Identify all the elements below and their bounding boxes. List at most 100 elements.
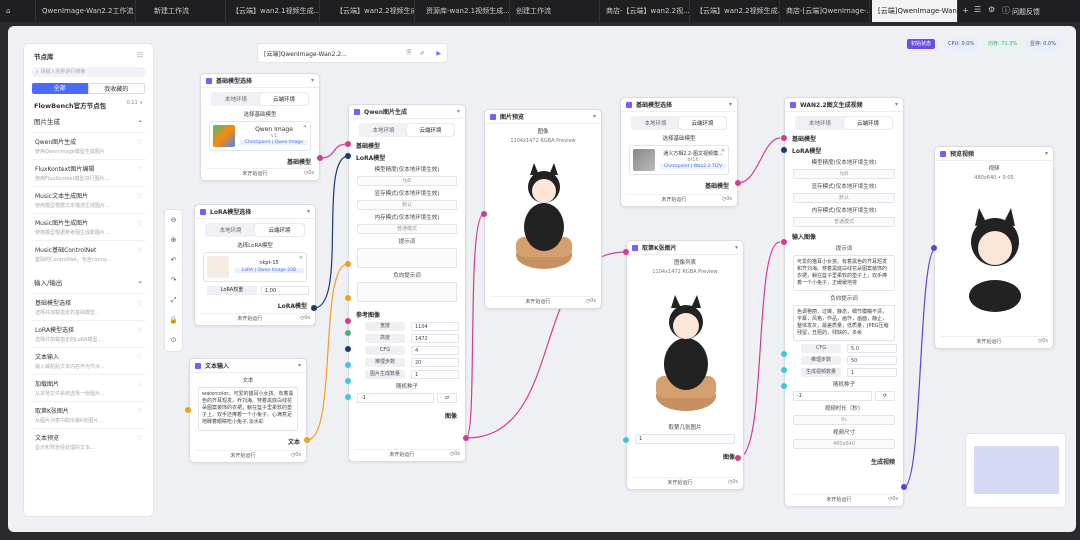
- text-input-area[interactable]: watercolor。可爱的猫耳小女孩。有着黑色的齐耳短发。乔刘海。穿着黑底白线…: [198, 387, 298, 431]
- tab-4[interactable]: 【云端】wan2.2视频生成: [330, 0, 415, 22]
- output-port[interactable]: [735, 455, 741, 461]
- input-port[interactable]: [623, 249, 629, 255]
- local-env-tab[interactable]: 本地环境: [796, 117, 844, 129]
- heart-icon[interactable]: ♡: [137, 435, 142, 442]
- prompt-input[interactable]: 可爱的猫耳小女孩。有着黑色的齐耳短发和齐刘海。穿着黑底白线花朵图案装饰的衣裙，躺…: [793, 255, 895, 291]
- group-io[interactable]: 输入/输出: [34, 277, 62, 287]
- collapse-icon[interactable]: ☷: [137, 51, 143, 61]
- output-port[interactable]: [311, 305, 317, 311]
- tab-3[interactable]: 【云端】wan2.1视频生成...: [226, 0, 320, 22]
- cloud-env-tab[interactable]: 云端环境: [844, 117, 892, 129]
- k-index-input[interactable]: 1: [635, 434, 735, 444]
- cfg-input[interactable]: 5.0: [847, 344, 897, 353]
- cfg-input[interactable]: 4: [411, 346, 459, 355]
- count-input[interactable]: 1: [411, 370, 459, 379]
- input-port[interactable]: [623, 437, 629, 443]
- add-tab-icon[interactable]: +: [962, 6, 969, 15]
- count-input[interactable]: 1: [847, 368, 897, 377]
- run-status[interactable]: 未开始运行: [632, 479, 728, 486]
- heart-icon[interactable]: ♡: [137, 193, 142, 200]
- prompt-input[interactable]: [357, 248, 457, 268]
- feedback-link[interactable]: 问题反馈: [1012, 7, 1040, 17]
- tab-5[interactable]: 资源库-wan2.1视频生成...: [420, 0, 510, 22]
- chevron-down-icon[interactable]: ▾: [311, 77, 314, 84]
- input-port[interactable]: [781, 147, 787, 153]
- size-input[interactable]: 480x640: [793, 439, 895, 449]
- chevron-down-icon[interactable]: ▾: [729, 101, 732, 108]
- run-status[interactable]: 未开始运行: [940, 338, 1038, 345]
- redo-icon[interactable]: ↷: [165, 270, 182, 290]
- group-image-gen[interactable]: 图片生成: [34, 116, 60, 126]
- chevron-down-icon[interactable]: ▾: [735, 244, 738, 251]
- node-base-model-2[interactable]: 基础模型选择 ▾ 本地环境 云端环境 选择基础模型 通义万相2.2-图文视频模...…: [620, 97, 738, 207]
- list-item[interactable]: 基础模型选择 选择并加载指定的基础模型... ♡: [31, 293, 146, 320]
- heart-icon[interactable]: ♡: [137, 166, 142, 173]
- input-port[interactable]: [481, 211, 487, 217]
- memory-select[interactable]: 普通模式: [357, 224, 457, 234]
- input-port[interactable]: [345, 378, 351, 384]
- node-image-preview[interactable]: 图片预览 ▾ 图像 1104x1472 RGBA Preview 未开始运行 ◷ 0…: [484, 109, 602, 309]
- home-tab[interactable]: ⌂: [0, 0, 36, 22]
- minimap[interactable]: [965, 433, 1066, 508]
- tab-favorites[interactable]: 我收藏的: [87, 83, 145, 94]
- input-port[interactable]: [185, 407, 191, 413]
- close-icon[interactable]: ✕: [299, 255, 303, 261]
- list-item[interactable]: 取第K张图片 从图片列表中取出第K张图片... ♡: [31, 401, 146, 428]
- random-seed-icon[interactable]: ⇄: [437, 393, 457, 403]
- height-input[interactable]: 1472: [411, 334, 459, 343]
- minimap-toggle-icon[interactable]: ⊙: [165, 330, 182, 350]
- run-status[interactable]: 未开始运行: [206, 170, 304, 177]
- heart-icon[interactable]: ♡: [137, 354, 142, 361]
- output-port[interactable]: [735, 180, 741, 186]
- run-status[interactable]: 未开始运行: [626, 196, 722, 203]
- steps-input[interactable]: 20: [411, 358, 459, 367]
- undo-icon[interactable]: ↶: [165, 250, 182, 270]
- input-port[interactable]: [345, 394, 351, 400]
- input-port[interactable]: [345, 295, 351, 301]
- cloud-env-tab[interactable]: 云端环境: [679, 117, 726, 129]
- cloud-env-tab[interactable]: 云端环境: [407, 124, 454, 136]
- pack-title[interactable]: FlowBench官方节点包: [34, 100, 106, 110]
- run-status[interactable]: 未开始运行: [790, 496, 888, 503]
- list-item[interactable]: Music文本生成图片 使用模型根据文本描述生成图片... ♡: [31, 186, 146, 213]
- output-port[interactable]: [317, 155, 323, 161]
- chevron-down-icon[interactable]: ▾: [1045, 150, 1048, 157]
- heart-icon[interactable]: ♡: [137, 327, 142, 334]
- input-port[interactable]: [345, 261, 351, 267]
- list-item[interactable]: FluxKontext图片编辑 使用FluxKontext模型进行图片... ♡: [31, 159, 146, 186]
- vram-select[interactable]: 默认: [793, 193, 895, 203]
- menu-icon[interactable]: ☰: [974, 5, 981, 14]
- chevron-down-icon[interactable]: ▾: [895, 101, 898, 108]
- output-port[interactable]: [463, 435, 469, 441]
- seed-input[interactable]: -1: [357, 393, 434, 403]
- chevron-down-icon[interactable]: ▾: [593, 113, 596, 120]
- lora-weight-input[interactable]: 1.00: [261, 286, 309, 295]
- zoom-out-icon[interactable]: ⊖: [165, 210, 182, 230]
- settings-icon[interactable]: ⚙: [988, 5, 995, 14]
- input-port[interactable]: [781, 135, 787, 141]
- input-port[interactable]: [345, 153, 351, 159]
- input-port[interactable]: [781, 239, 787, 245]
- list-item[interactable]: 加载图片 从本地文件系统选择一张图片... ♡: [31, 374, 146, 401]
- local-env-tab[interactable]: 本地环境: [206, 224, 255, 236]
- cloud-env-tab[interactable]: 云端环境: [255, 224, 304, 236]
- heart-icon[interactable]: ♡: [137, 300, 142, 307]
- node-video-preview[interactable]: 预览视频 ▾ 视频 480x640 • 0:05 未开始运行 ◷ 0s: [934, 146, 1054, 349]
- chevron-down-icon[interactable]: ▾: [307, 208, 310, 215]
- input-port[interactable]: [345, 362, 351, 368]
- heart-icon[interactable]: ♡: [137, 139, 142, 146]
- tab-9[interactable]: 商店-[云端]QwenImage-...: [780, 0, 870, 22]
- export-icon[interactable]: ⇗: [419, 50, 424, 57]
- save-icon[interactable]: 🗎: [407, 48, 412, 58]
- width-input[interactable]: 1104: [411, 322, 459, 331]
- list-item[interactable]: Music图片生成图片 使用模型根据参考图生成新图片... ♡: [31, 213, 146, 240]
- tab-6[interactable]: 创建工作流: [510, 0, 600, 22]
- list-item[interactable]: 文本预览 显示和预览经处理的文本... ♡: [31, 428, 146, 455]
- workflow-title[interactable]: [云端]QwenImage-Wan2.2...: [264, 49, 401, 58]
- fit-view-icon[interactable]: ⤢: [165, 290, 182, 310]
- duration-input[interactable]: 0s: [793, 415, 895, 425]
- output-port[interactable]: [304, 437, 310, 443]
- chevron-down-icon[interactable]: ▾: [457, 108, 460, 115]
- node-pick-k-image[interactable]: 取第K张图片 ▾ 图像列表 1104x1472 RGBA Preview 取第几张…: [626, 240, 744, 490]
- input-port[interactable]: [781, 383, 787, 389]
